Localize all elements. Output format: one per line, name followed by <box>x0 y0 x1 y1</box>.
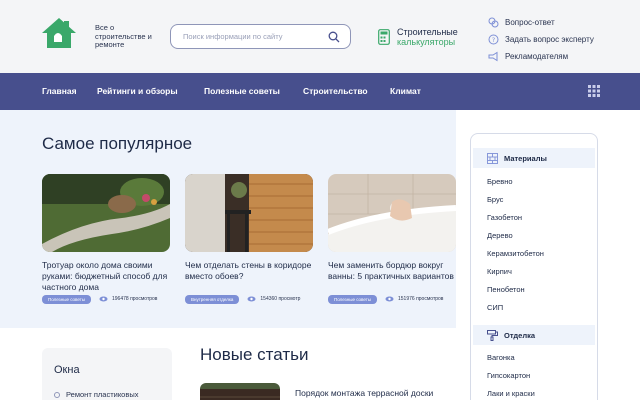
article-meta: Полезные советы 196478 просмотров <box>42 294 157 304</box>
article-meta: Внутренняя отделка 154360 просмотр <box>185 294 300 304</box>
sidebar-item[interactable]: Газобетон <box>487 213 522 222</box>
eye-icon <box>99 296 108 302</box>
article-image-sidewalk[interactable] <box>42 174 170 252</box>
search-input[interactable] <box>183 30 323 43</box>
advertisers-link[interactable]: Рекламодателям <box>488 48 640 65</box>
bricks-icon <box>487 152 498 164</box>
chat-icon <box>488 17 499 28</box>
search-box <box>170 24 351 49</box>
sidebar-item[interactable]: Пенобетон <box>487 285 525 294</box>
sidebar-item[interactable]: Дерево <box>487 231 513 240</box>
nav-item-climate[interactable]: Климат <box>390 73 421 110</box>
eye-icon <box>385 296 394 302</box>
view-count: 154360 просмотр <box>260 296 301 302</box>
article-image-corridor[interactable] <box>185 174 313 252</box>
windows-category-box: Окна Ремонт пластиковых <box>42 348 172 400</box>
megaphone-icon <box>488 51 498 62</box>
faq-label: Вопрос-ответ <box>505 18 555 27</box>
category-badge[interactable]: Полезные советы <box>328 294 377 304</box>
category-heading-label: Отделка <box>504 330 536 340</box>
article-title[interactable]: Тротуар около дома своими руками: бюджет… <box>42 260 174 293</box>
sidebar-item[interactable]: Лаки и краски <box>487 389 535 398</box>
sidebar-item[interactable]: Гипсокартон <box>487 371 530 380</box>
windows-subcategory-label: Ремонт пластиковых <box>66 390 139 399</box>
category-heading-finishing[interactable]: Отделка <box>473 325 595 345</box>
article-meta: Полезные советы 151976 просмотров <box>328 294 443 304</box>
sidebar-item[interactable]: Кирпич <box>487 267 512 276</box>
sidebar-item[interactable]: Бревно <box>487 177 513 186</box>
sidebar-item[interactable]: Брус <box>487 195 503 204</box>
categories-sidebar: Материалы Бревно Брус Газобетон Дерево К… <box>470 133 598 400</box>
svg-text:?: ? <box>492 36 495 44</box>
nav-item-construction[interactable]: Строительство <box>303 73 368 110</box>
sidebar-item[interactable]: Вагонка <box>487 353 515 362</box>
new-articles-title: Новые статьи <box>200 345 309 364</box>
article-card[interactable]: Чем отделать стены в коридоре вместо обо… <box>185 174 313 304</box>
search-icon[interactable] <box>328 31 340 43</box>
calculator-icon <box>378 29 390 45</box>
article-title[interactable]: Чем отделать стены в коридоре вместо обо… <box>185 260 317 282</box>
faq-link[interactable]: Вопрос-ответ <box>488 14 640 31</box>
category-heading-label: Материалы <box>504 153 547 163</box>
house-logo-icon[interactable] <box>40 16 78 50</box>
windows-subcategory[interactable]: Ремонт пластиковых <box>54 390 138 399</box>
view-count: 151976 просмотров <box>398 296 444 302</box>
grid-menu-icon[interactable] <box>588 85 600 97</box>
article-card[interactable]: Чем заменить бордюр вокруг ванны: 5 прак… <box>328 174 456 304</box>
view-count: 196478 просмотров <box>112 296 158 302</box>
site-tagline: Все о строительстве и ремонте <box>95 23 152 49</box>
new-article-image[interactable] <box>200 383 280 400</box>
bullet-icon <box>54 391 60 398</box>
article-image-bathtub[interactable] <box>328 174 456 252</box>
paint-roller-icon <box>487 329 498 341</box>
header-links: Вопрос-ответ ? Задать вопрос эксперту Ре… <box>488 14 640 65</box>
ask-expert-label: Задать вопрос эксперту <box>505 35 594 44</box>
popular-title: Самое популярное <box>42 134 193 153</box>
new-article-title[interactable]: Порядок монтажа террасной доски <box>295 388 433 398</box>
article-title[interactable]: Чем заменить бордюр вокруг ванны: 5 прак… <box>328 260 460 282</box>
site-header: Все о строительстве и ремонте Строительн… <box>0 0 640 73</box>
sidebar-item[interactable]: Керамзитобетон <box>487 249 544 258</box>
advertisers-label: Рекламодателям <box>505 52 569 61</box>
eye-icon <box>247 296 256 302</box>
nav-item-home[interactable]: Главная <box>42 73 77 110</box>
ask-expert-link[interactable]: ? Задать вопрос эксперту <box>488 31 640 48</box>
calculators-label-1: Строительные <box>397 27 458 37</box>
category-badge[interactable]: Внутренняя отделка <box>185 294 240 304</box>
calculators-label-2: калькуляторы <box>397 37 456 47</box>
nav-item-ratings[interactable]: Рейтинги и обзоры <box>97 73 178 110</box>
calculators-link[interactable]: Строительные калькуляторы <box>378 27 478 49</box>
main-nav: Главная Рейтинги и обзоры Полезные совет… <box>0 73 640 110</box>
question-icon: ? <box>488 34 499 45</box>
category-heading-materials[interactable]: Материалы <box>473 148 595 168</box>
windows-title[interactable]: Окна <box>54 364 80 376</box>
sidebar-item[interactable]: СИП <box>487 303 503 312</box>
nav-item-tips[interactable]: Полезные советы <box>204 73 280 110</box>
category-badge[interactable]: Полезные советы <box>42 294 91 304</box>
article-card[interactable]: Тротуар около дома своими руками: бюджет… <box>42 174 170 304</box>
